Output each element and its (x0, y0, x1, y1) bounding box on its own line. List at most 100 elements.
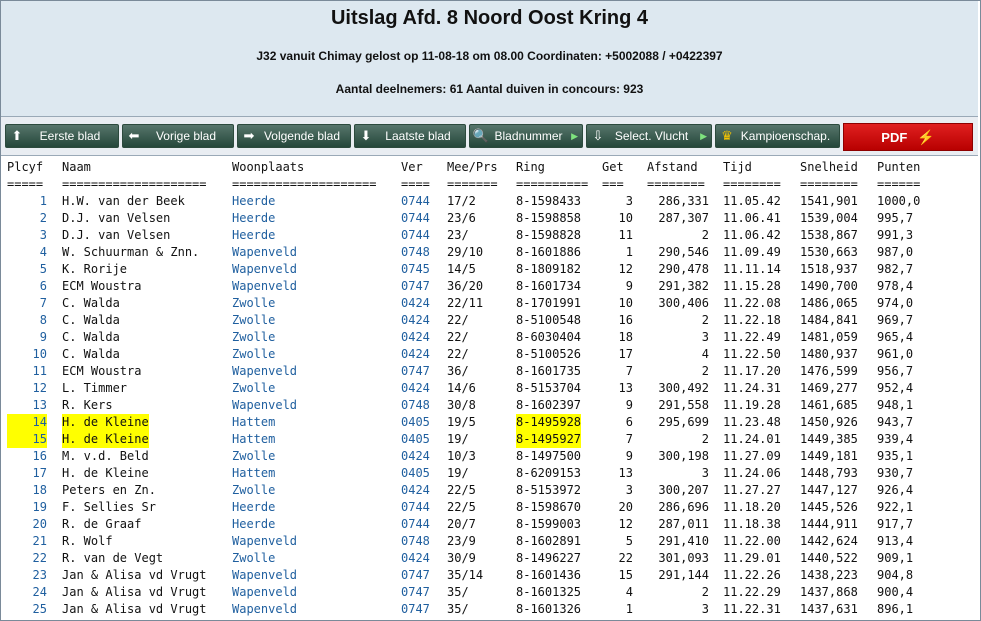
select-flight-button[interactable]: ⇩ Select. Vlucht ▶ (586, 124, 712, 148)
cell-club[interactable]: 0748 (401, 244, 430, 261)
cell-town[interactable]: Heerde (232, 227, 275, 244)
cell-town[interactable]: Wapenveld (232, 601, 297, 618)
cell-club[interactable]: 0405 (401, 414, 430, 431)
first-page-button[interactable]: ⬆ Eerste blad (5, 124, 119, 148)
cell-town[interactable]: Wapenveld (232, 533, 297, 550)
cell-club[interactable]: 0405 (401, 431, 430, 448)
cell-place[interactable]: 10 (7, 346, 47, 363)
cell-club[interactable]: 0745 (401, 261, 430, 278)
cell-place: ===== (7, 177, 44, 191)
cell-place[interactable]: 3 (7, 227, 47, 244)
cell-town[interactable]: Wapenveld (232, 278, 297, 295)
cell-club[interactable]: 0744 (401, 193, 430, 210)
cell-place[interactable]: 9 (7, 329, 47, 346)
cell-points: 987,0 (877, 245, 914, 259)
cell-town[interactable]: Heerde (232, 210, 275, 227)
cell-club[interactable]: 0748 (401, 533, 430, 550)
cell-town[interactable]: Zwolle (232, 380, 275, 397)
cell-distance: ======== (647, 177, 705, 191)
cell-town[interactable]: Zwolle (232, 329, 275, 346)
arrow-down-icon: ⬇ (360, 128, 372, 143)
championship-button[interactable]: ♛ Kampioenschap. (715, 124, 840, 148)
cell-club[interactable]: 0424 (401, 346, 430, 363)
cell-club[interactable]: 0424 (401, 380, 430, 397)
cell-place[interactable]: 14 (7, 414, 47, 431)
cell-club[interactable]: 0748 (401, 397, 430, 414)
cell-place[interactable]: 15 (7, 431, 47, 448)
cell-town[interactable]: Zwolle (232, 295, 275, 312)
cell-club[interactable]: 0744 (401, 516, 430, 533)
cell-town[interactable]: Wapenveld (232, 584, 297, 601)
cell-club[interactable]: 0424 (401, 550, 430, 567)
cell-town[interactable]: Zwolle (232, 346, 275, 363)
cell-club[interactable]: 0424 (401, 295, 430, 312)
cell-town[interactable]: Hattem (232, 431, 275, 448)
cell-club[interactable]: 0744 (401, 227, 430, 244)
cell-place[interactable]: 23 (7, 567, 47, 584)
cell-town[interactable]: Wapenveld (232, 363, 297, 380)
last-page-button[interactable]: ⬇ Laatste blad (354, 124, 466, 148)
cell-town[interactable]: Zwolle (232, 482, 275, 499)
cell-club[interactable]: 0424 (401, 482, 430, 499)
cell-ring: 8-1601325 (516, 585, 582, 599)
next-page-button[interactable]: ➡ Volgende blad (237, 124, 351, 148)
cell-place[interactable]: 7 (7, 295, 47, 312)
cell-place[interactable]: 24 (7, 584, 47, 601)
cell-club[interactable]: 0747 (401, 278, 430, 295)
cell-place[interactable]: 25 (7, 601, 47, 618)
cell-club[interactable]: 0747 (401, 601, 430, 618)
cell-club[interactable]: 0405 (401, 465, 430, 482)
cell-time: 11.05.42 (723, 194, 781, 208)
pdf-button[interactable]: PDF ⚡ (843, 123, 973, 151)
cell-place[interactable]: 5 (7, 261, 47, 278)
header-ring: Ring (516, 160, 545, 174)
cell-place[interactable]: 16 (7, 448, 47, 465)
cell-town[interactable]: Zwolle (232, 312, 275, 329)
cell-town[interactable]: Wapenveld (232, 261, 297, 278)
cell-place[interactable]: 20 (7, 516, 47, 533)
cell-got: 17 (618, 347, 633, 361)
cell-got: 11 (618, 228, 633, 242)
cell-place[interactable]: 22 (7, 550, 47, 567)
cell-town[interactable]: Zwolle (232, 448, 275, 465)
cell-place[interactable]: 4 (7, 244, 47, 261)
cell-name: W. Schuurman & Znn. (62, 245, 200, 259)
cell-place[interactable]: 12 (7, 380, 47, 397)
cell-time: 11.09.49 (723, 245, 781, 259)
cell-points: 913,4 (877, 534, 914, 548)
cell-town[interactable]: Hattem (232, 414, 275, 431)
cell-town[interactable]: Heerde (232, 499, 275, 516)
cell-town[interactable]: Heerde (232, 516, 275, 533)
cell-town[interactable]: Wapenveld (232, 397, 297, 414)
download-icon: ⇩ (592, 128, 604, 143)
cell-place[interactable]: 1 (7, 193, 47, 210)
cell-place[interactable]: 19 (7, 499, 47, 516)
previous-page-button[interactable]: ⬅ Vorige blad (122, 124, 234, 148)
cell-club[interactable]: 0424 (401, 329, 430, 346)
cell-club[interactable]: 0747 (401, 363, 430, 380)
cell-town[interactable]: Zwolle (232, 550, 275, 567)
cell-place[interactable]: 17 (7, 465, 47, 482)
cell-place[interactable]: 13 (7, 397, 47, 414)
cell-points: 995,7 (877, 211, 914, 225)
cell-town[interactable]: Wapenveld (232, 567, 297, 584)
cell-club[interactable]: 0424 (401, 448, 430, 465)
cell-place[interactable]: 6 (7, 278, 47, 295)
cell-club[interactable]: 0744 (401, 210, 430, 227)
cell-entry: 36/ (447, 364, 469, 378)
cell-place[interactable]: 2 (7, 210, 47, 227)
cell-place[interactable]: 18 (7, 482, 47, 499)
cell-speed: 1461,685 (800, 398, 858, 412)
cell-club[interactable]: 0744 (401, 499, 430, 516)
cell-place[interactable]: 21 (7, 533, 47, 550)
cell-club[interactable]: 0747 (401, 567, 430, 584)
cell-place[interactable]: 8 (7, 312, 47, 329)
cell-place[interactable]: 11 (7, 363, 47, 380)
cell-town[interactable]: Heerde (232, 193, 275, 210)
cell-town[interactable]: Hattem (232, 465, 275, 482)
cell-club[interactable]: 0424 (401, 312, 430, 329)
cell-town: ==================== (232, 177, 377, 191)
cell-town[interactable]: Wapenveld (232, 244, 297, 261)
page-number-button[interactable]: 🔍 Bladnummer ▶ (469, 124, 583, 148)
cell-club[interactable]: 0747 (401, 584, 430, 601)
